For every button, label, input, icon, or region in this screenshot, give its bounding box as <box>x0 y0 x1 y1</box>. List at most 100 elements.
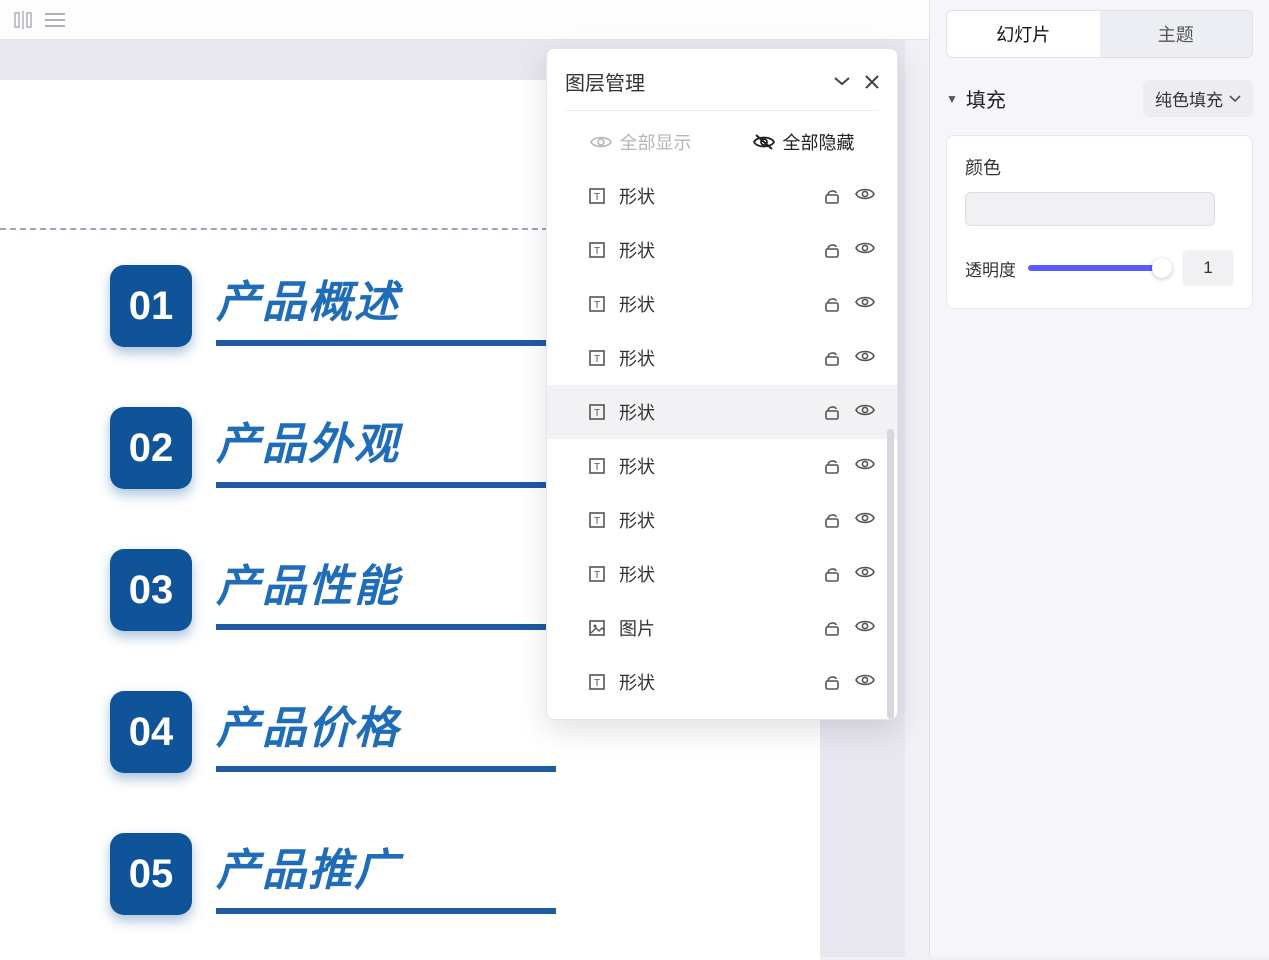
unlock-icon[interactable] <box>823 673 841 691</box>
image-icon <box>587 618 607 638</box>
layer-label: 图片 <box>619 615 655 641</box>
layer-label: 形状 <box>619 507 655 533</box>
eye-icon[interactable] <box>855 241 875 259</box>
layer-label: 形状 <box>619 345 655 371</box>
layer-list: T形状T形状T形状T形状T形状T形状T形状T形状图片T形状 <box>547 169 897 719</box>
toc-number-badge: 05 <box>110 833 192 915</box>
layer-label: 形状 <box>619 561 655 587</box>
svg-text:T: T <box>594 192 600 203</box>
toc-number-badge: 03 <box>110 549 192 631</box>
svg-text:T: T <box>594 300 600 311</box>
scrollbar[interactable] <box>887 429 894 719</box>
layer-label: 形状 <box>619 669 655 695</box>
layer-row[interactable]: T 形状 <box>547 223 897 277</box>
eye-icon[interactable] <box>855 187 875 205</box>
color-swatch[interactable] <box>965 192 1215 226</box>
eye-icon[interactable] <box>855 349 875 367</box>
layer-panel-header: 图层管理 <box>547 49 897 110</box>
layer-row[interactable]: T 形状 <box>547 385 897 439</box>
unlock-icon[interactable] <box>823 619 841 637</box>
toc-title: 产品概述 <box>216 266 556 330</box>
unlock-icon[interactable] <box>823 457 841 475</box>
opacity-value[interactable]: 1 <box>1182 250 1234 286</box>
layer-row[interactable]: T 形状 <box>547 547 897 601</box>
toc-item[interactable]: 05 产品推广 <box>110 833 820 915</box>
eye-icon[interactable] <box>855 619 875 637</box>
layer-row[interactable]: T 形状 <box>547 277 897 331</box>
shape-icon: T <box>587 672 607 692</box>
eye-icon <box>590 134 612 150</box>
fill-section-title: 填充 <box>966 84 1006 113</box>
caret-down-icon[interactable]: ▼ <box>946 92 958 106</box>
svg-text:T: T <box>594 462 600 473</box>
layer-label: 形状 <box>619 399 655 425</box>
layer-row[interactable]: 图片 <box>547 601 897 655</box>
unlock-icon[interactable] <box>823 241 841 259</box>
fill-card: 颜色 透明度 1 <box>946 135 1253 309</box>
fill-section: ▼ 填充 纯色填充 颜色 透明度 1 <box>946 80 1253 309</box>
collapse-icon[interactable] <box>833 75 851 89</box>
layer-row[interactable]: T 形状 <box>547 493 897 547</box>
unlock-icon[interactable] <box>823 187 841 205</box>
toc-underline <box>216 624 556 630</box>
tab-slide[interactable]: 幻灯片 <box>947 11 1100 57</box>
layer-row[interactable]: T 形状 <box>547 169 897 223</box>
toc-title: 产品价格 <box>216 692 556 756</box>
layer-row[interactable]: T 形状 <box>547 655 897 709</box>
fill-type-label: 纯色填充 <box>1155 86 1223 111</box>
eye-icon[interactable] <box>855 457 875 475</box>
align-distribute-icon[interactable] <box>12 9 34 31</box>
slider-knob[interactable] <box>1152 258 1172 278</box>
eye-icon[interactable] <box>855 565 875 583</box>
eye-icon[interactable] <box>855 295 875 313</box>
opacity-slider[interactable] <box>1028 265 1170 271</box>
eye-icon[interactable] <box>855 403 875 421</box>
toc-number-badge: 01 <box>110 265 192 347</box>
toc-number-badge: 02 <box>110 407 192 489</box>
svg-text:T: T <box>594 246 600 257</box>
layer-row[interactable]: T 形状 <box>547 439 897 493</box>
hide-all-label: 全部隐藏 <box>783 129 855 155</box>
unlock-icon[interactable] <box>823 403 841 421</box>
shape-icon: T <box>587 402 607 422</box>
svg-text:T: T <box>594 516 600 527</box>
eye-icon[interactable] <box>855 673 875 691</box>
layer-label: 形状 <box>619 453 655 479</box>
close-icon[interactable] <box>865 75 879 89</box>
svg-text:T: T <box>594 678 600 689</box>
selection-outline <box>0 228 548 234</box>
shape-icon: T <box>587 564 607 584</box>
show-all-button[interactable]: 全部显示 <box>590 129 692 155</box>
right-sidebar: 幻灯片 主题 ▼ 填充 纯色填充 颜色 透明度 1 <box>929 0 1269 957</box>
shape-icon: T <box>587 186 607 206</box>
fill-type-dropdown[interactable]: 纯色填充 <box>1143 80 1253 117</box>
layer-panel: 图层管理 全部显示 全部隐藏 T形状T形状T形状T形状T形状T形状T形状T形状图… <box>546 48 898 720</box>
justify-icon[interactable] <box>44 9 66 31</box>
unlock-icon[interactable] <box>823 511 841 529</box>
svg-text:T: T <box>594 354 600 365</box>
shape-icon: T <box>587 348 607 368</box>
opacity-label: 透明度 <box>965 256 1016 281</box>
layer-label: 形状 <box>619 291 655 317</box>
svg-text:T: T <box>594 570 600 581</box>
unlock-icon[interactable] <box>823 349 841 367</box>
shape-icon: T <box>587 294 607 314</box>
unlock-icon[interactable] <box>823 565 841 583</box>
hide-all-button[interactable]: 全部隐藏 <box>753 129 855 155</box>
unlock-icon[interactable] <box>823 295 841 313</box>
toc-title: 产品外观 <box>216 408 556 472</box>
layer-label: 形状 <box>619 183 655 209</box>
layer-label: 形状 <box>619 237 655 263</box>
toc-underline <box>216 908 556 914</box>
tab-theme[interactable]: 主题 <box>1100 11 1253 57</box>
layer-panel-title: 图层管理 <box>565 67 645 96</box>
toc-number-badge: 04 <box>110 691 192 773</box>
eye-icon[interactable] <box>855 511 875 529</box>
chevron-down-icon <box>1229 95 1241 103</box>
show-all-label: 全部显示 <box>620 129 692 155</box>
shape-icon: T <box>587 240 607 260</box>
toc-underline <box>216 482 556 488</box>
sidebar-tabs: 幻灯片 主题 <box>946 10 1253 58</box>
layer-row[interactable]: T 形状 <box>547 331 897 385</box>
shape-icon: T <box>587 510 607 530</box>
